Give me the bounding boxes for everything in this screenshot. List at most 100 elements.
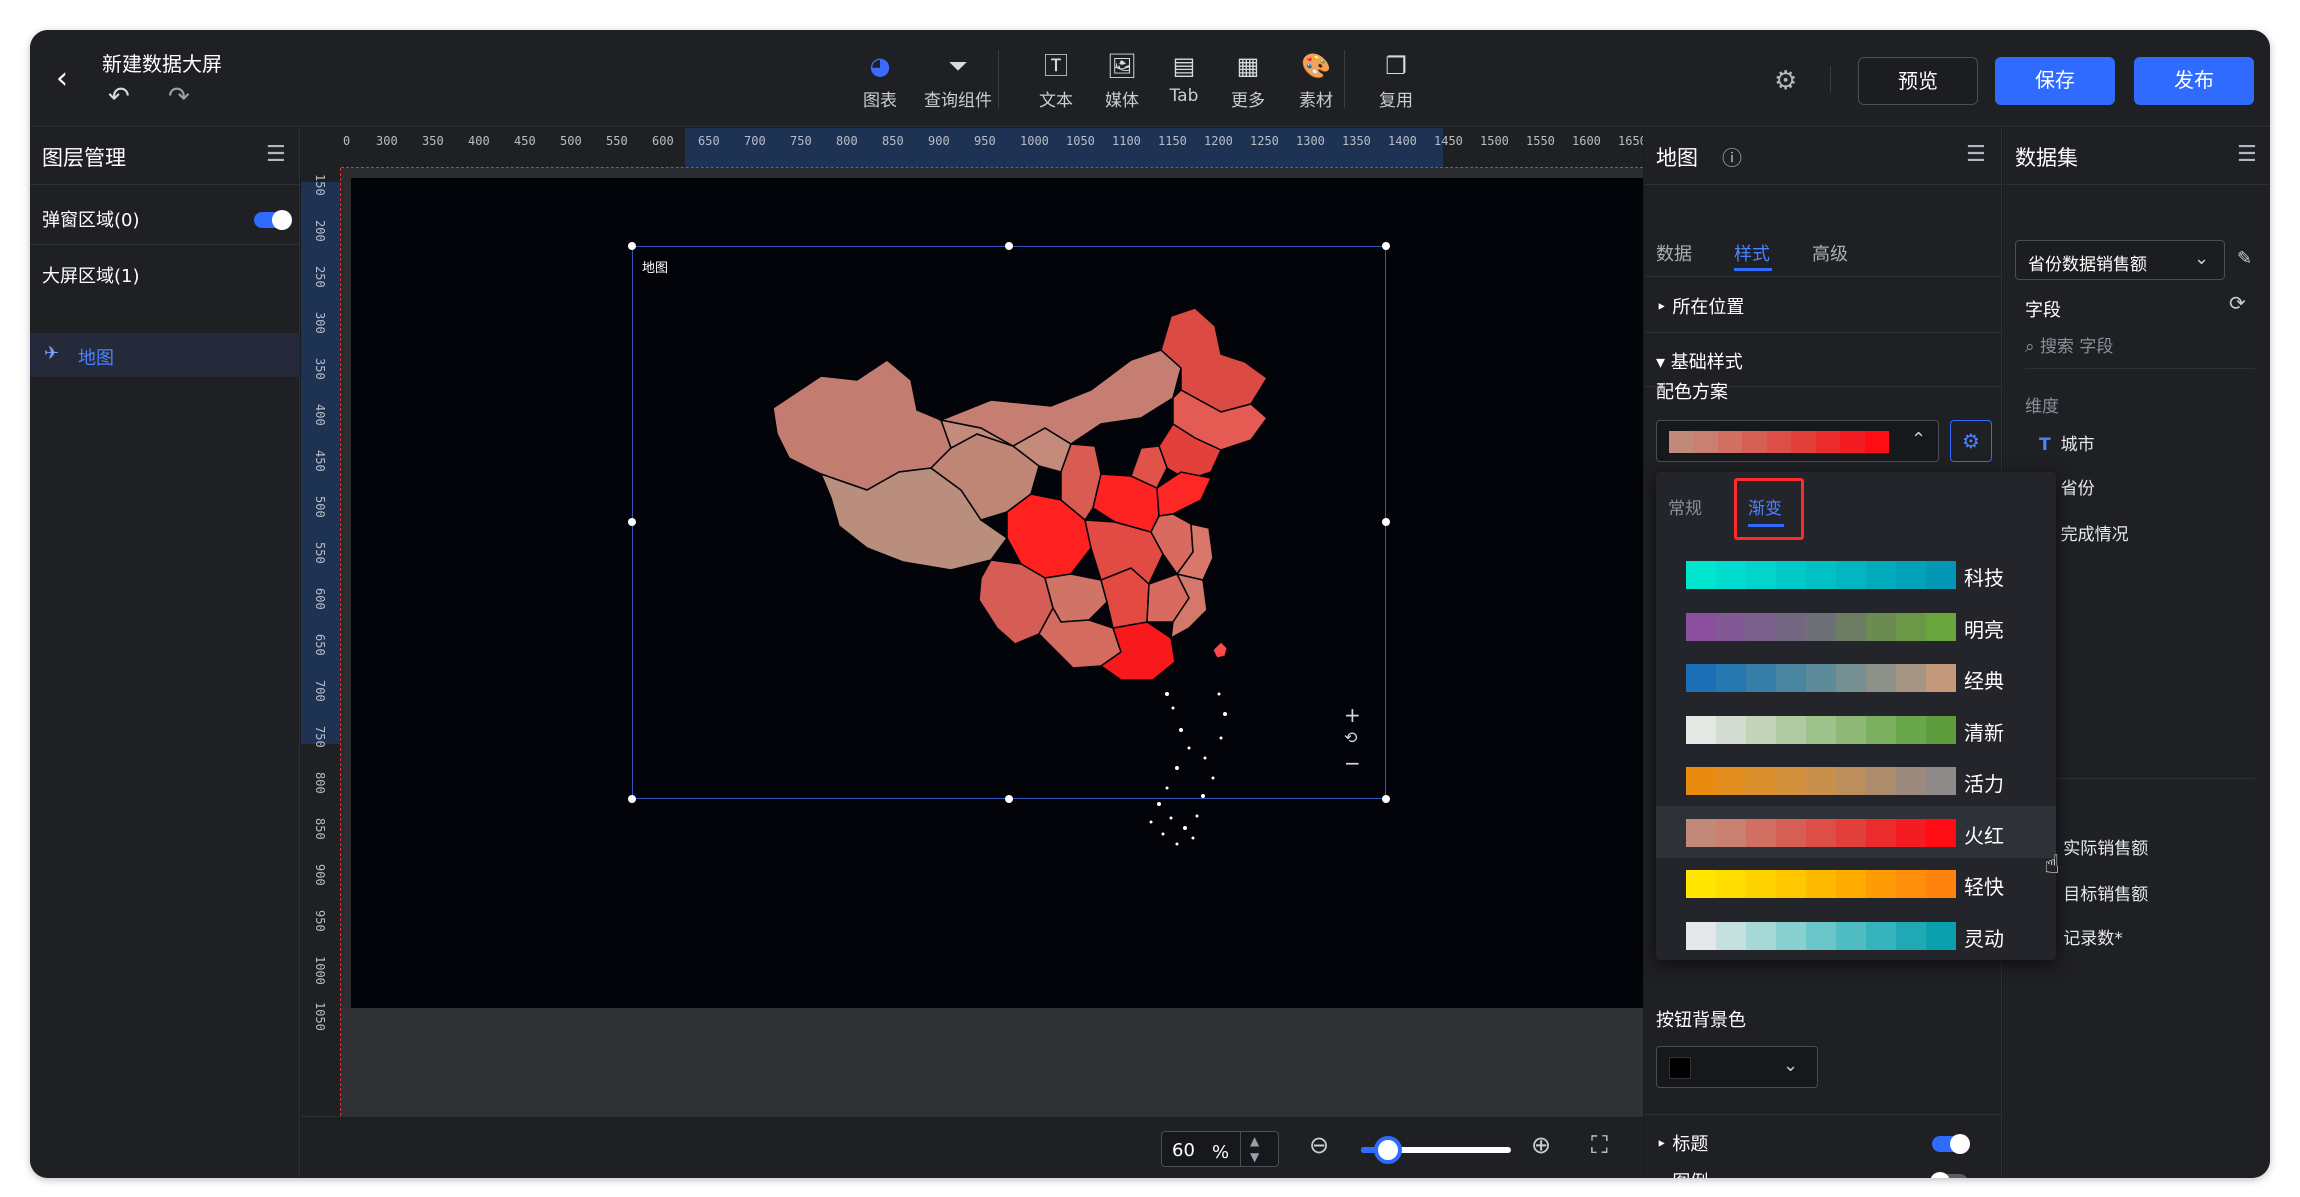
map-widget-title: 地图 bbox=[642, 261, 669, 276]
color-scheme-option[interactable]: 活力 bbox=[1656, 754, 2056, 806]
map-zoom-in-icon[interactable]: + bbox=[1344, 703, 1361, 727]
dimension-field[interactable]: T 城市 bbox=[2039, 430, 2095, 455]
color-scheme-option[interactable]: 火红 bbox=[1656, 805, 2056, 858]
button-bg-color-select[interactable]: ⌄ bbox=[1656, 1046, 1818, 1088]
zoom-percent-input[interactable]: 60 % ▲ ▼ bbox=[1161, 1131, 1279, 1167]
menu-icon[interactable]: ☰ bbox=[1966, 142, 1986, 167]
zoom-out-icon[interactable]: ⊖ bbox=[1309, 1131, 1329, 1159]
swatch-segment bbox=[1766, 431, 1792, 453]
save-button[interactable]: 保存 bbox=[1995, 57, 2115, 105]
selected-scheme-swatch bbox=[1669, 431, 1889, 453]
menu-icon[interactable]: ☰ bbox=[2237, 142, 2257, 167]
hand-cursor-icon: ☝ bbox=[2044, 850, 2060, 880]
preview-button[interactable]: 预览 bbox=[1858, 57, 1978, 105]
publish-button[interactable]: 发布 bbox=[2134, 57, 2254, 105]
toolbar-label: 图表 bbox=[863, 91, 897, 111]
zoom-slider[interactable] bbox=[1361, 1136, 1511, 1164]
swatch-segment bbox=[1866, 664, 1896, 692]
toolbar-funnel-button[interactable]: ⏷ 查询组件 bbox=[918, 48, 998, 111]
back-icon[interactable]: ‹ bbox=[56, 64, 86, 94]
tab-data[interactable]: 数据 bbox=[1656, 240, 1692, 266]
divider bbox=[1644, 1114, 2002, 1115]
color-scheme-settings-button[interactable]: ⚙ bbox=[1950, 420, 1992, 462]
swatch-segment bbox=[1896, 612, 1926, 641]
map-zoom-out-icon[interactable]: − bbox=[1344, 751, 1361, 775]
canvas-area[interactable]: 0 300 350 400 450 500 550 600 650 700 750 800 850 900… bbox=[301, 128, 1643, 1116]
toolbar-copy-button[interactable]: ❐ 复用 bbox=[1356, 48, 1436, 111]
swatch-segment bbox=[1776, 870, 1806, 898]
field-label: 实际销售额 bbox=[2063, 839, 2149, 859]
undo-icon[interactable]: ↶ bbox=[108, 82, 130, 112]
swatch-segment bbox=[1716, 767, 1746, 795]
toolbar-pie-chart-button[interactable]: ◕ 图表 bbox=[840, 48, 920, 111]
resize-handle[interactable] bbox=[1005, 795, 1013, 803]
resize-handle[interactable] bbox=[1382, 518, 1390, 526]
swatch-segment bbox=[1806, 767, 1836, 795]
title-toggle[interactable] bbox=[1932, 1134, 1970, 1154]
tab-advanced[interactable]: 高级 bbox=[1812, 240, 1848, 266]
menu-icon[interactable]: ☰ bbox=[266, 142, 286, 167]
swatch-segment bbox=[1836, 561, 1866, 589]
swatch-segment bbox=[1746, 715, 1776, 744]
edit-icon[interactable]: ✎ bbox=[2237, 248, 2252, 269]
swatch-segment bbox=[1806, 561, 1836, 589]
field-label: 省份 bbox=[2060, 479, 2095, 499]
chevron-down-icon: ⌄ bbox=[2194, 248, 2210, 269]
color-scheme-option[interactable]: 轻快 bbox=[1656, 857, 2056, 909]
swatch-segment bbox=[1686, 767, 1716, 795]
swatch-segment bbox=[1896, 921, 1926, 950]
toolbar-divider bbox=[998, 50, 999, 108]
zoom-bar: 60 % ▲ ▼ ⊖ ⊕ ⛶ bbox=[301, 1116, 1643, 1178]
page-title: 新建数据大屏 bbox=[102, 52, 222, 76]
color-scheme-option[interactable]: 灵动 bbox=[1656, 909, 2056, 961]
color-scheme-option[interactable]: 科技 bbox=[1656, 548, 2056, 600]
legend-toggle[interactable] bbox=[1930, 1172, 1968, 1178]
swatch-segment bbox=[1716, 818, 1746, 847]
fit-screen-icon[interactable]: ⛶ bbox=[1591, 1131, 1608, 1159]
spinner-down-icon[interactable]: ▼ bbox=[1250, 1150, 1259, 1164]
map-reset-icon[interactable]: ⟲ bbox=[1344, 728, 1357, 747]
toolbar-label: 查询组件 bbox=[924, 91, 992, 111]
section-basic-style[interactable]: ▾ 基础样式 bbox=[1656, 348, 1743, 374]
dropdown-tab-normal[interactable]: 常规 bbox=[1668, 494, 1702, 519]
redo-icon[interactable]: ↷ bbox=[168, 82, 190, 112]
resize-handle[interactable] bbox=[628, 518, 636, 526]
spinner-up-icon[interactable]: ▲ bbox=[1250, 1134, 1259, 1148]
resize-handle[interactable] bbox=[1005, 242, 1013, 250]
refresh-icon[interactable]: ⟳ bbox=[2229, 291, 2246, 315]
section-title[interactable]: ‣ 标题 bbox=[1656, 1130, 1708, 1156]
resize-handle[interactable] bbox=[628, 795, 636, 803]
swatch-segment bbox=[1806, 612, 1836, 641]
color-scheme-option[interactable]: 明亮 bbox=[1656, 600, 2056, 652]
layer-panel: 图层管理 ☰ 弹窗区域(0) 大屏区域(1) ✈ 地图 bbox=[30, 128, 300, 1178]
field-search-input[interactable]: ⌕ 搜索 字段 bbox=[2025, 332, 2113, 357]
resize-handle[interactable] bbox=[1382, 242, 1390, 250]
color-scheme-select[interactable]: ⌃ bbox=[1656, 420, 1939, 462]
resize-handle[interactable] bbox=[628, 242, 636, 250]
swatch-segment bbox=[1926, 561, 1956, 589]
section-legend[interactable]: ‣ 图例 bbox=[1656, 1168, 1708, 1178]
swatch-segment bbox=[1746, 921, 1776, 950]
swatch-segment bbox=[1746, 612, 1776, 641]
resize-handle[interactable] bbox=[1382, 795, 1390, 803]
layer-item-label: 地图 bbox=[78, 348, 114, 369]
zoom-slider-knob[interactable] bbox=[1374, 1136, 1402, 1164]
info-icon[interactable]: ⓘ bbox=[1722, 142, 1742, 171]
layer-item-map[interactable]: ✈ 地图 bbox=[30, 333, 300, 377]
swatch-segment bbox=[1746, 561, 1776, 589]
swatch-segment bbox=[1716, 870, 1746, 898]
zoom-in-icon[interactable]: ⊕ bbox=[1531, 1131, 1551, 1159]
swatch-segment bbox=[1776, 561, 1806, 589]
color-scheme-option[interactable]: 清新 bbox=[1656, 703, 2056, 755]
popup-section-label: 弹窗区域(0) bbox=[42, 210, 140, 231]
color-scheme-name: 轻快 bbox=[1964, 875, 2004, 899]
tab-style[interactable]: 样式 bbox=[1734, 240, 1770, 266]
chevron-down-icon: ⌄ bbox=[1783, 1055, 1799, 1076]
swatch-segment bbox=[1926, 612, 1956, 641]
section-position[interactable]: ‣ 所在位置 bbox=[1656, 293, 1744, 319]
settings-sliders-icon[interactable]: ⚙ bbox=[1774, 66, 1797, 96]
popup-toggle[interactable] bbox=[254, 210, 292, 230]
selected-widget-frame[interactable] bbox=[632, 246, 1386, 799]
dataset-select[interactable]: 省份数据销售额 ⌄ bbox=[2015, 240, 2225, 280]
color-scheme-option[interactable]: 经典 bbox=[1656, 651, 2056, 703]
